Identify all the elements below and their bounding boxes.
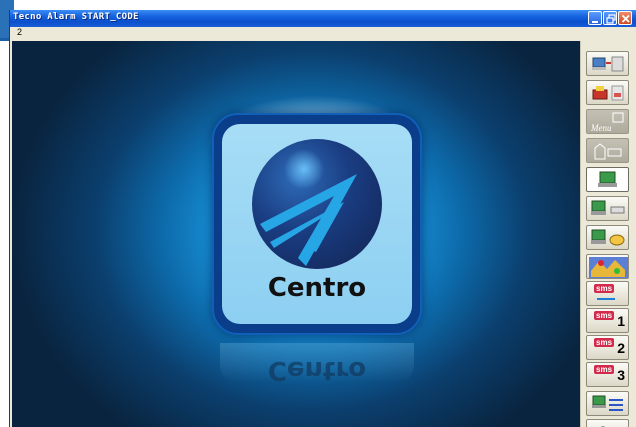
sidebar-button-sms-1[interactable]: sms 1 [586, 308, 629, 333]
sms-arrow-icon [597, 298, 615, 300]
sms-3-icon: sms [594, 365, 615, 374]
key-icon [600, 426, 606, 427]
app-window: Tecno Alarm START_CODE 2 Centro Centro M… [9, 10, 636, 427]
sidebar-button-transfer[interactable] [586, 51, 629, 76]
sms-2-number: 2 [617, 340, 625, 356]
computer-network-icon [591, 200, 625, 215]
sidebar-button-sms-3[interactable]: sms 3 [586, 362, 629, 387]
sms-1-number: 1 [617, 313, 625, 329]
app-icon-face: Centro [222, 124, 412, 324]
sidebar-button-network[interactable] [586, 196, 629, 221]
maximize-button[interactable] [603, 11, 617, 25]
minimize-button[interactable] [588, 11, 602, 25]
maximize-icon [606, 14, 616, 24]
menu-label: Menu [591, 123, 612, 133]
app-icon-label: Centro [267, 273, 367, 303]
printer-document-icon [592, 85, 624, 101]
sidebar-button-users[interactable] [586, 391, 629, 416]
sidebar-button-map[interactable] [586, 254, 629, 279]
window-title: Tecno Alarm START_CODE [13, 12, 139, 22]
centro-app-icon[interactable]: Centro [212, 113, 422, 335]
sms-2-icon: sms [594, 338, 615, 347]
computer-database-icon [591, 229, 625, 246]
reflection-label: Centro [267, 355, 367, 385]
sidebar-button-computer[interactable] [586, 167, 629, 192]
map-icon [589, 257, 628, 278]
sms-1-icon: sms [594, 311, 615, 320]
sms-3-number: 3 [617, 367, 625, 383]
computer-transfer-icon [592, 56, 624, 72]
menu-bar: 2 [10, 27, 636, 40]
door-key-icon [594, 143, 622, 160]
app-icon-reflection: Centro [212, 343, 422, 423]
sidebar-button-print[interactable] [586, 80, 629, 105]
computer-icon [598, 171, 617, 187]
sidebar-button-sms-2[interactable]: sms 2 [586, 335, 629, 360]
sidebar-button-menu: Menu [586, 109, 629, 134]
sidebar-button-key[interactable] [586, 419, 629, 427]
sidebar-button-sms[interactable]: sms [586, 281, 629, 306]
computer-users-icon [592, 395, 623, 411]
sidebar-button-door [586, 138, 629, 163]
close-icon [621, 14, 630, 23]
minimize-icon [592, 21, 598, 23]
tool-sidebar: Menu sms sms 1 sms 2 sms 3 [580, 41, 636, 427]
sidebar-button-database[interactable] [586, 225, 629, 250]
menu-item-2[interactable]: 2 [17, 27, 22, 37]
close-button[interactable] [618, 11, 632, 25]
main-panel: Centro Centro [12, 41, 580, 427]
title-bar[interactable]: Tecno Alarm START_CODE [10, 10, 636, 27]
